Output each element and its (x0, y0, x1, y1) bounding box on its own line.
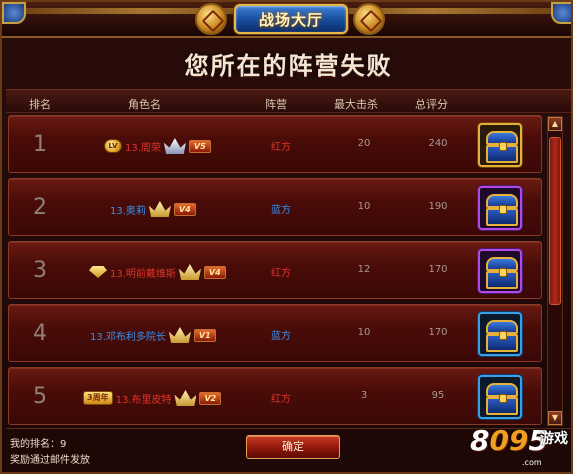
close-button[interactable] (551, 2, 571, 24)
confirm-button[interactable]: 确定 (246, 435, 340, 459)
battle-hall-window: 战场大厅 您所在的阵营失败 排名 角色名 阵营 最大击杀 总评分 1 LV 13… (0, 0, 573, 474)
lock-icon (499, 394, 507, 403)
lock-icon (499, 142, 507, 151)
reward-chest-blue[interactable] (478, 312, 522, 356)
watermark-digits: 8095 (470, 424, 548, 457)
role-name-cell: 13.邓布利多院长 V1 (90, 327, 216, 343)
lock-icon (499, 268, 507, 277)
gold-crown-icon (174, 390, 196, 406)
watermark-digit-a: 8 (470, 424, 490, 457)
max-kills: 10 (357, 327, 371, 338)
reward-chest-gold[interactable] (478, 123, 522, 167)
gold-crown-icon (179, 264, 201, 280)
vip-badge: V5 (188, 139, 211, 153)
result-headline: 您所在的阵营失败 (184, 52, 393, 80)
silver-crown-icon (164, 138, 186, 154)
rank-number: 4 (33, 321, 47, 346)
rank-number: 3 (33, 258, 47, 283)
anniversary-badge-icon: 3周年 (83, 391, 113, 405)
col-max-kills: 最大击杀 (334, 98, 378, 111)
list-scrollbar[interactable]: ▲ ▼ (547, 116, 563, 426)
max-kills: 10 (357, 201, 371, 212)
reward-chest-purple[interactable] (478, 249, 522, 293)
table-row[interactable]: 5 3周年 13.布里皮特 V2 红方 3 95 (8, 367, 542, 425)
col-rank: 排名 (29, 98, 51, 111)
coin-ornament-right-icon (353, 3, 385, 35)
diamond-badge-icon (89, 266, 107, 278)
camp-label: 红方 (271, 268, 291, 279)
window-title-plate: 战场大厅 (234, 4, 348, 34)
scroll-up-icon[interactable]: ▲ (548, 117, 562, 131)
total-score: 170 (428, 327, 448, 338)
reward-note-text: 奖励通过邮件发放 (10, 455, 90, 466)
watermark-domain: .com (522, 458, 542, 467)
ranking-list[interactable]: 1 LV 13.周荣 V5 红方 20 240 2 13.奥莉 V4 蓝方 10… (8, 115, 542, 425)
role-name-cell: LV 13.周荣 V5 (104, 138, 211, 154)
col-camp: 阵营 (265, 98, 287, 111)
table-row[interactable]: 1 LV 13.周荣 V5 红方 20 240 (8, 115, 542, 173)
role-name[interactable]: 13.奥莉 (110, 202, 146, 217)
watermark-label: 游戏 (540, 431, 568, 447)
lock-icon (499, 331, 507, 340)
top-banner: 战场大厅 (2, 2, 571, 38)
col-role-name: 角色名 (128, 98, 161, 111)
total-score: 190 (428, 201, 448, 212)
site-watermark-logo: 8095 游戏 .com (470, 420, 571, 472)
camp-label: 蓝方 (271, 331, 291, 342)
total-score: 240 (428, 138, 448, 149)
lock-icon (499, 205, 507, 214)
my-rank-text: 我的排名：9 (10, 439, 67, 450)
max-kills: 12 (357, 264, 371, 275)
vip-badge: V1 (193, 328, 216, 342)
scroll-thumb[interactable] (549, 137, 561, 305)
max-kills: 20 (357, 138, 371, 149)
role-name-cell: 13.奥莉 V4 (110, 201, 196, 217)
level-badge-icon: LV (104, 139, 122, 153)
corner-ornament-left (2, 2, 26, 24)
reward-chest-purple[interactable] (478, 186, 522, 230)
vip-badge: V2 (199, 391, 222, 405)
max-kills: 3 (360, 390, 368, 401)
gold-crown-icon (169, 327, 191, 343)
rank-number: 1 (33, 132, 47, 157)
camp-label: 红方 (271, 394, 291, 405)
watermark-digit-b: 09 (489, 424, 529, 457)
role-name-cell: 13.明前戴维斯 V4 (89, 264, 226, 280)
role-name-cell: 3周年 13.布里皮特 V2 (83, 390, 222, 406)
reward-chest-blue[interactable] (478, 375, 522, 419)
camp-label: 红方 (271, 142, 291, 153)
table-row[interactable]: 4 13.邓布利多院长 V1 蓝方 10 170 (8, 304, 542, 362)
column-header: 排名 角色名 阵营 最大击杀 总评分 (6, 89, 571, 113)
total-score: 170 (428, 264, 448, 275)
camp-label: 蓝方 (271, 205, 291, 216)
role-name[interactable]: 13.周荣 (125, 139, 161, 154)
rank-number: 2 (33, 195, 47, 220)
role-name[interactable]: 13.邓布利多院长 (90, 328, 166, 343)
col-total-score: 总评分 (415, 98, 448, 111)
table-row[interactable]: 3 13.明前戴维斯 V4 红方 12 170 (8, 241, 542, 299)
role-name[interactable]: 13.布里皮特 (116, 391, 172, 406)
total-score: 95 (431, 390, 445, 401)
window-title: 战场大厅 (258, 10, 323, 29)
vip-badge: V4 (203, 265, 226, 279)
gold-crown-icon (149, 201, 171, 217)
role-name[interactable]: 13.明前戴维斯 (110, 265, 176, 280)
coin-ornament-left-icon (195, 3, 227, 35)
table-row[interactable]: 2 13.奥莉 V4 蓝方 10 190 (8, 178, 542, 236)
vip-badge: V4 (173, 202, 196, 216)
rank-number: 5 (33, 384, 47, 409)
